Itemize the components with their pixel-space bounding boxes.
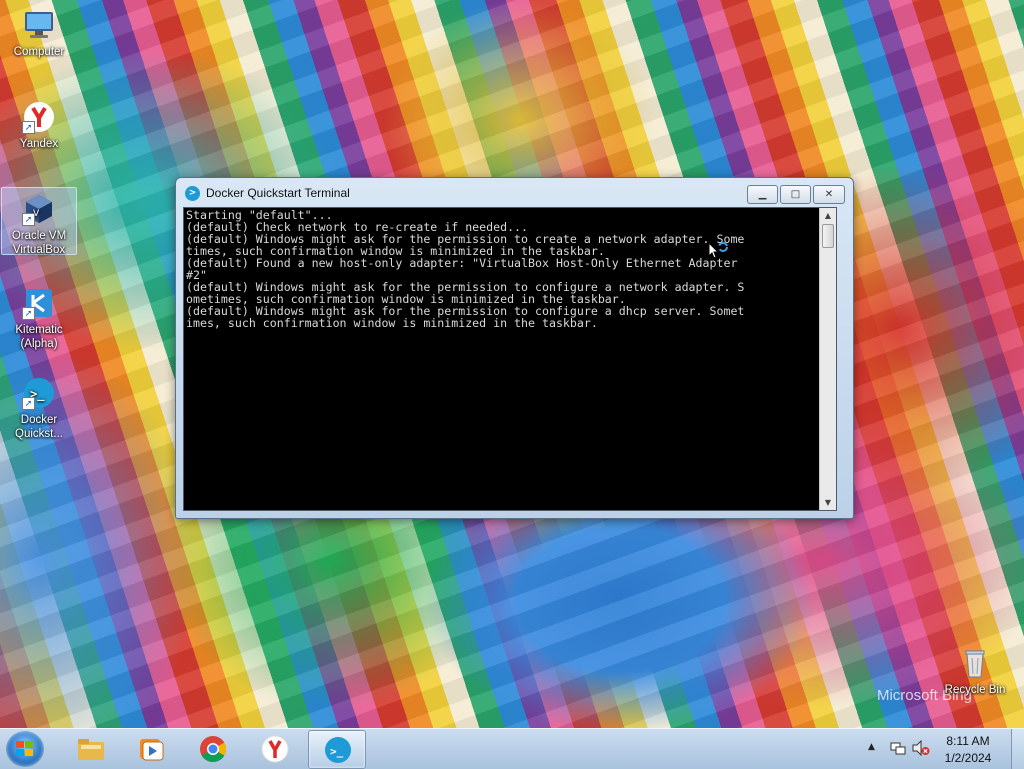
- show-desktop-button[interactable]: [1011, 729, 1024, 769]
- clock-time: 8:11 AM: [946, 734, 990, 748]
- network-icon[interactable]: [890, 740, 906, 756]
- close-icon: ✕: [824, 189, 834, 200]
- taskbar-media-player[interactable]: [122, 730, 178, 767]
- scroll-down-icon[interactable]: ▼: [820, 495, 836, 510]
- desktop-icon-label: Yandex: [19, 138, 59, 150]
- desktop-icon-recycle-bin[interactable]: Recycle Bin: [938, 642, 1012, 697]
- system-clock[interactable]: 8:11 AM 1/2/2024: [936, 733, 1000, 767]
- show-hidden-icons-icon[interactable]: ▲: [868, 742, 875, 752]
- busy-cursor-icon: [708, 241, 728, 262]
- virtualbox-icon: V ➚: [22, 192, 56, 226]
- desktop-icon-virtualbox[interactable]: V ➚ Oracle VM VirtualBox: [1, 187, 77, 256]
- minimize-button[interactable]: ▁: [747, 185, 778, 204]
- docker-icon: >_: [325, 737, 351, 763]
- taskbar-docker-quickstart-terminal[interactable]: >_: [308, 730, 366, 769]
- computer-icon: [22, 8, 56, 42]
- desktop-icon-docker-quickstart[interactable]: >_ ➚ Docker Quickst...: [2, 372, 76, 441]
- start-button[interactable]: [6, 731, 44, 767]
- taskbar-chrome[interactable]: [184, 730, 240, 767]
- taskbar: >_ ▲ 8:11 AM 1/2/2024: [0, 728, 1024, 769]
- taskbar-yandex-browser[interactable]: [246, 730, 302, 767]
- window-titlebar[interactable]: > Docker Quickstart Terminal ▁ □ ✕: [176, 178, 853, 206]
- volume-muted-icon[interactable]: [912, 740, 930, 756]
- docker-terminal-window[interactable]: > Docker Quickstart Terminal ▁ □ ✕ Start…: [175, 177, 854, 519]
- recycle-bin-icon: [958, 646, 992, 680]
- close-button[interactable]: ✕: [813, 185, 845, 204]
- scrollbar-thumb[interactable]: [822, 224, 834, 248]
- console-line: (default) Found a new host-only adapter:…: [186, 256, 738, 270]
- console-area[interactable]: Starting "default"... (default) Check ne…: [183, 207, 837, 511]
- docker-icon: >_ ➚: [22, 376, 56, 410]
- desktop-icon-label: Oracle VM VirtualBox: [11, 230, 67, 256]
- yandex-browser-icon: [261, 735, 289, 763]
- desktop-icon-label: Recycle Bin: [944, 684, 1006, 696]
- maximize-button[interactable]: □: [780, 185, 811, 204]
- desktop-icon-kitematic[interactable]: ➚ Kitematic (Alpha): [2, 282, 76, 351]
- taskbar-file-explorer[interactable]: [62, 730, 118, 767]
- chrome-icon: [200, 736, 227, 763]
- svg-text:>_: >_: [330, 745, 344, 758]
- clock-date: 1/2/2024: [944, 751, 992, 765]
- kitematic-icon: ➚: [22, 286, 56, 320]
- scroll-up-icon[interactable]: ▲: [820, 208, 836, 223]
- windows-logo-icon: [16, 741, 33, 756]
- folder-icon: [78, 739, 104, 760]
- vertical-scrollbar[interactable]: ▲ ▼: [819, 208, 836, 510]
- media-player-icon: [140, 739, 164, 761]
- desktop-icon-yandex[interactable]: ➚ Yandex: [2, 96, 76, 151]
- desktop-icon-label: Kitematic (Alpha): [15, 324, 63, 350]
- maximize-icon: □: [790, 189, 801, 200]
- yandex-icon: ➚: [22, 100, 56, 134]
- minimize-icon: ▁: [758, 189, 767, 200]
- docker-icon: >: [185, 186, 200, 201]
- desktop-icon-computer[interactable]: Computer: [2, 4, 76, 59]
- console-line: imes, such confirmation window is minimi…: [186, 316, 598, 330]
- window-title: Docker Quickstart Terminal: [206, 186, 350, 200]
- desktop-icon-label: Computer: [13, 46, 65, 58]
- desktop-icon-label: Docker Quickst...: [15, 414, 63, 440]
